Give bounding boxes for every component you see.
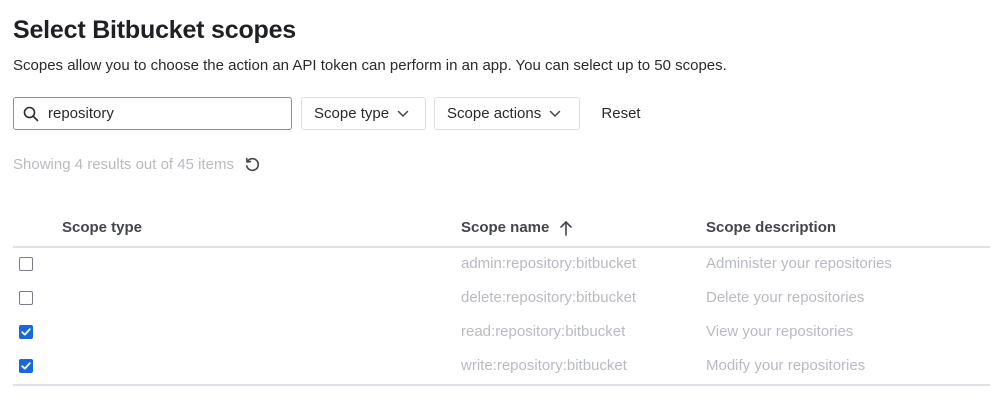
table-bottom-divider [13,384,990,386]
table-row[interactable]: read:repository:bitbucket View your repo… [13,315,990,349]
table-row[interactable]: admin:repository:bitbucket Administer yo… [13,247,990,281]
scope-description-cell: Modify your repositories [706,357,866,374]
scope-description-cell: View your repositories [706,323,854,340]
search-input[interactable] [48,99,278,128]
row-checkbox[interactable] [19,359,33,373]
table-row[interactable]: delete:repository:bitbucket Delete your … [13,281,990,315]
scope-name-cell: read:repository:bitbucket [461,323,626,340]
refresh-icon[interactable] [244,156,261,173]
scope-actions-dropdown-label: Scope actions [447,105,542,122]
checkmark-icon [21,328,31,336]
results-summary: Showing 4 results out of 45 items [13,156,261,173]
results-count-text: Showing 4 results out of 45 items [13,156,234,173]
chevron-down-icon [397,110,409,118]
table-row[interactable]: write:repository:bitbucket Modify your r… [13,349,990,383]
search-icon [14,98,48,129]
chevron-down-icon [549,110,561,118]
scope-description-cell: Administer your repositories [706,255,892,272]
scope-description-cell: Delete your repositories [706,289,865,306]
search-field[interactable] [13,97,292,130]
scope-type-dropdown-label: Scope type [314,105,390,122]
checkmark-icon [21,362,31,370]
row-checkbox[interactable] [19,291,33,305]
page-description: Scopes allow you to choose the action an… [13,57,727,74]
scope-name-cell: write:repository:bitbucket [461,357,627,374]
scope-name-cell: admin:repository:bitbucket [461,255,637,272]
scope-name-cell: delete:repository:bitbucket [461,289,637,306]
scope-actions-dropdown[interactable]: Scope actions [434,97,580,130]
reset-button[interactable]: Reset [590,97,652,130]
column-header-scope-description[interactable]: Scope description [706,219,836,236]
column-header-scope-name[interactable]: Scope name [461,219,573,236]
column-header-scope-type[interactable]: Scope type [62,219,142,236]
page-title: Select Bitbucket scopes [13,16,297,44]
scope-selection-page: Select Bitbucket scopes Scopes allow you… [0,0,1000,398]
row-checkbox[interactable] [19,257,33,271]
row-checkbox[interactable] [19,325,33,339]
arrow-up-icon [559,220,573,236]
scope-type-dropdown[interactable]: Scope type [301,97,426,130]
column-header-scope-name-label: Scope name [461,219,550,236]
